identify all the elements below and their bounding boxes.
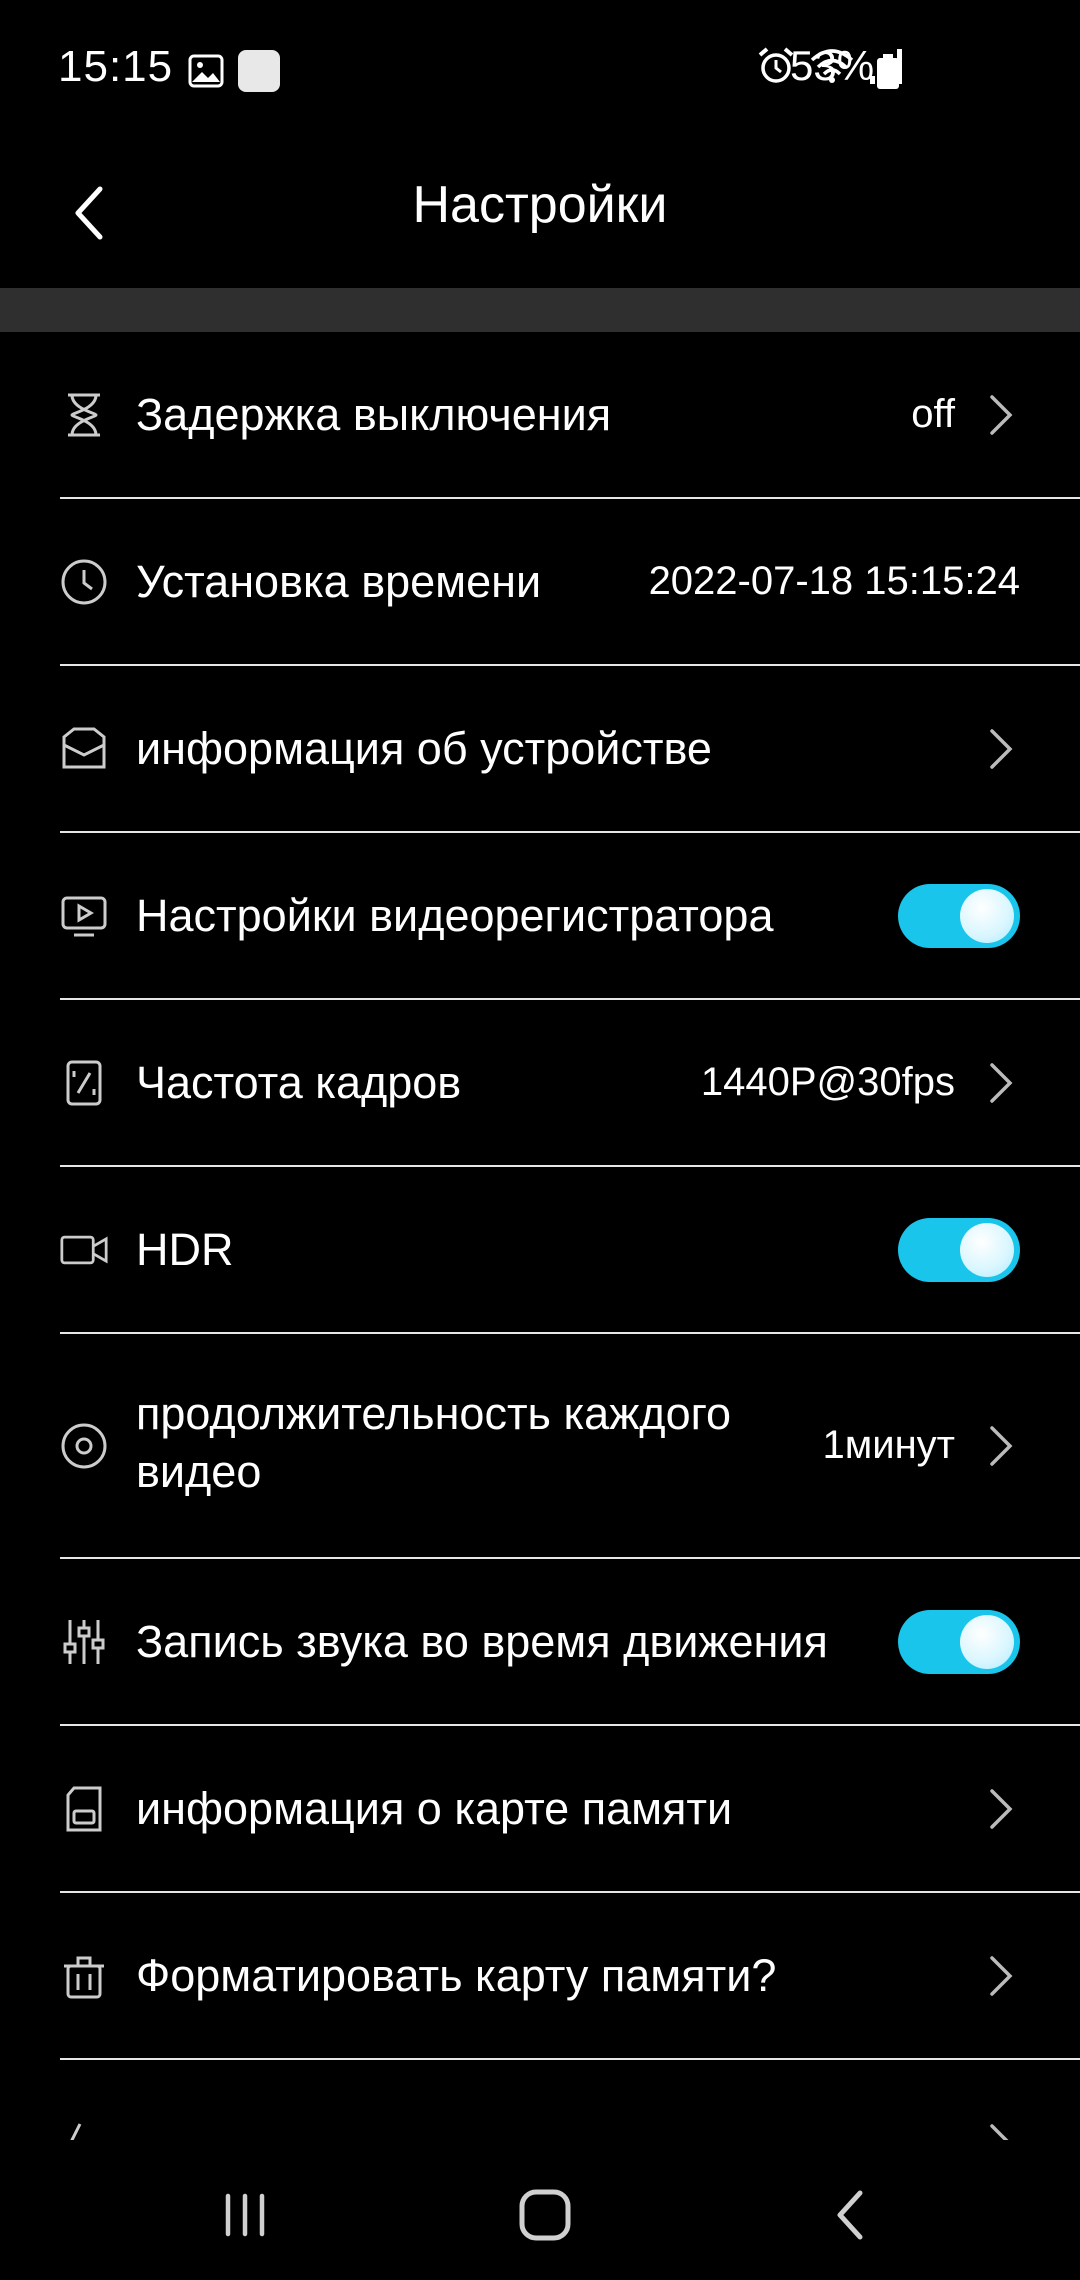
camera-icon — [60, 1226, 108, 1274]
home-icon — [519, 2189, 571, 2241]
settings-list: Задержка выключения off Установка времен… — [0, 332, 1080, 2140]
setting-label: информация о карте памяти — [136, 1782, 733, 1834]
status-time: 15:15 — [58, 42, 174, 91]
setting-label: Форматировать карту памяти? — [136, 1949, 777, 2001]
device-info-icon — [60, 725, 108, 773]
setting-dashcam[interactable]: Настройки видеорегистратора — [60, 833, 1080, 1000]
battery-percent: 53% — [790, 42, 875, 89]
hdr-toggle[interactable] — [898, 1217, 1020, 1282]
frame-rate-icon — [60, 1059, 108, 1107]
clock-icon — [60, 558, 108, 606]
setting-value: 1440P@30fps — [700, 1060, 955, 1104]
reset-icon — [60, 2120, 108, 2140]
chevron-right-icon — [990, 394, 1013, 435]
setting-label: HDR — [136, 1223, 234, 1275]
app-notification-icon — [238, 50, 280, 92]
gallery-notification-icon — [188, 54, 224, 88]
chevron-right-icon — [990, 728, 1013, 769]
setting-label-line2: видео — [136, 1446, 262, 1497]
setting-frame-rate[interactable]: Частота кадров 1440P@30fps — [60, 1000, 1080, 1167]
system-nav-bar — [0, 2140, 1080, 2280]
motion-audio-toggle[interactable] — [898, 1609, 1020, 1674]
record-duration-icon — [60, 1422, 108, 1470]
chevron-left-icon — [75, 186, 103, 240]
setting-value: 1минут — [822, 1423, 956, 1467]
trash-icon — [60, 1952, 108, 2000]
setting-next-partial[interactable] — [60, 2060, 1080, 2140]
video-screen-icon — [60, 892, 108, 940]
chevron-right-icon — [990, 1788, 1013, 1829]
dashcam-toggle[interactable] — [898, 883, 1020, 948]
setting-video-duration[interactable]: продолжительность каждого видео 1минут — [60, 1334, 1080, 1559]
setting-shutdown-delay[interactable]: Задержка выключения off — [60, 332, 1080, 499]
setting-value: 2022-07-18 15:15:24 — [648, 559, 1020, 603]
page-title: Настройки — [412, 176, 668, 234]
setting-label: Запись звука во время движения — [136, 1615, 828, 1667]
recent-apps-button[interactable] — [210, 2180, 280, 2250]
hourglass-icon — [60, 391, 108, 439]
setting-label: информация об устройстве — [136, 722, 712, 774]
setting-label-line1: продолжительность каждого — [136, 1388, 732, 1439]
nav-back-icon — [837, 2190, 863, 2240]
setting-hdr[interactable]: HDR — [60, 1167, 1080, 1334]
setting-label: Установка времени — [136, 555, 542, 607]
setting-value: off — [911, 392, 955, 436]
setting-time[interactable]: Установка времени 2022-07-18 15:15:24 — [60, 499, 1080, 666]
setting-label: Частота кадров — [136, 1056, 462, 1108]
status-bar: 15:15 53% — [0, 0, 1080, 140]
toggle-knob — [960, 1222, 1014, 1277]
chevron-right-icon — [990, 1425, 1013, 1466]
home-button[interactable] — [510, 2180, 580, 2250]
toggle-knob — [960, 1614, 1014, 1669]
header-separator — [0, 288, 1080, 332]
back-button[interactable] — [58, 168, 118, 258]
setting-memory-card-info[interactable]: информация о карте памяти — [60, 1726, 1080, 1893]
sliders-icon — [60, 1618, 108, 1666]
chevron-right-icon — [990, 1062, 1013, 1103]
recent-apps-icon — [225, 2193, 265, 2237]
setting-label: Настройки видеорегистратора — [136, 889, 774, 941]
setting-label: Задержка выключения — [136, 388, 612, 440]
toggle-knob — [960, 888, 1014, 943]
setting-device-info[interactable]: информация об устройстве — [60, 666, 1080, 833]
battery-icon — [877, 54, 899, 89]
chevron-right-icon — [990, 2123, 1009, 2140]
top-app-bar: Настройки — [0, 140, 1080, 288]
sd-card-icon — [60, 1785, 108, 1833]
chevron-right-icon — [990, 1955, 1013, 1996]
setting-motion-audio[interactable]: Запись звука во время движения — [60, 1559, 1080, 1726]
nav-back-button[interactable] — [815, 2180, 885, 2250]
setting-format-card[interactable]: Форматировать карту памяти? — [60, 1893, 1080, 2060]
